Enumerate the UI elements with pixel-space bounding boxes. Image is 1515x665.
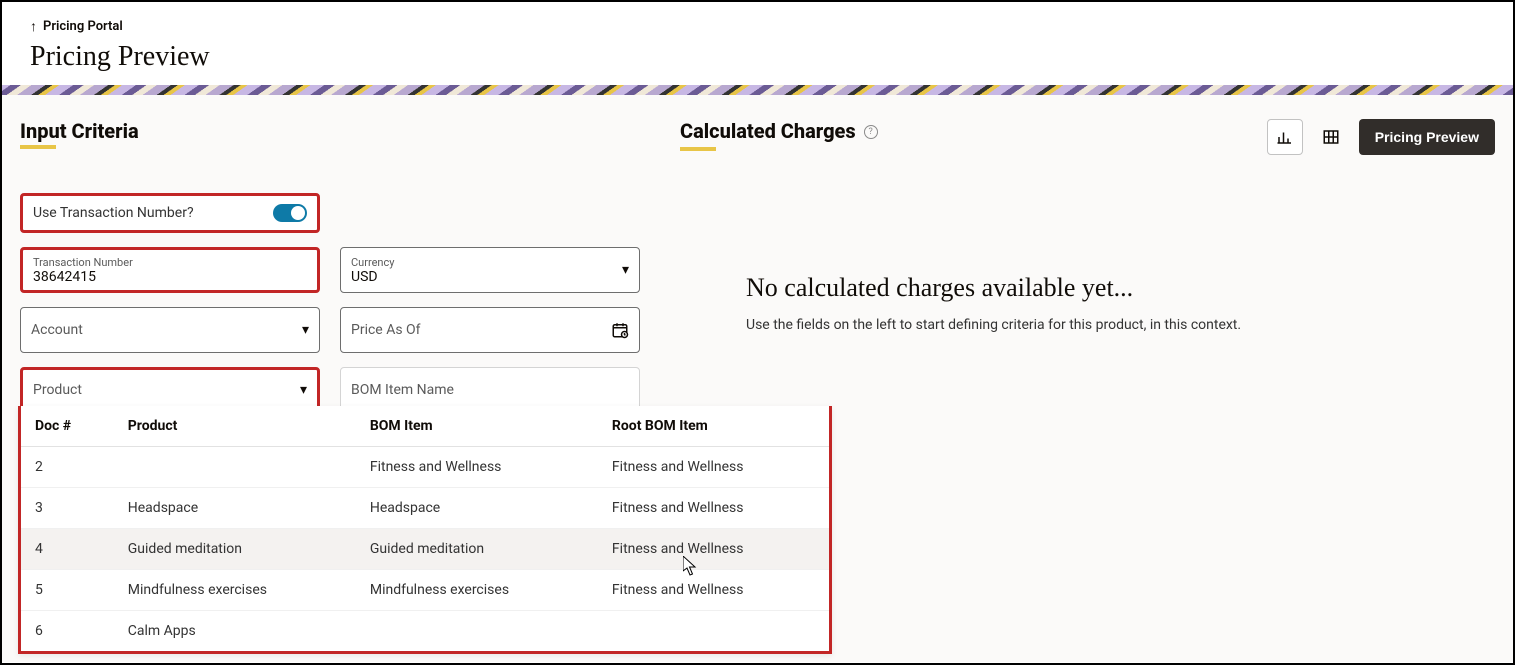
- table-view-button[interactable]: [1313, 119, 1349, 155]
- criteria-form: Use Transaction Number? Transaction Numb…: [20, 193, 644, 413]
- cell-root: [598, 611, 829, 652]
- product-placeholder: Product: [33, 382, 82, 398]
- calculated-charges-title: Calculated Charges: [680, 119, 856, 143]
- use-transaction-label: Use Transaction Number?: [33, 205, 194, 221]
- page-title: Pricing Preview: [30, 41, 1485, 73]
- back-link-label: Pricing Portal: [43, 19, 123, 34]
- chevron-down-icon: ▾: [300, 382, 307, 398]
- table-header-row: Doc # Product BOM Item Root BOM Item: [21, 406, 829, 447]
- title-underline: [20, 145, 56, 149]
- calendar-icon: [611, 321, 629, 339]
- cell-doc: 3: [21, 488, 114, 529]
- spacer: [340, 193, 640, 233]
- transaction-number-value: 38642415: [33, 269, 307, 285]
- price-as-of-placeholder: Price As Of: [351, 322, 421, 338]
- table-row[interactable]: 5Mindfulness exercisesMindfulness exerci…: [21, 570, 829, 611]
- use-transaction-toggle[interactable]: [273, 204, 307, 222]
- cell-bom: Fitness and Wellness: [356, 447, 598, 488]
- chevron-down-icon: ▾: [302, 322, 309, 338]
- cell-root: Fitness and Wellness: [598, 488, 829, 529]
- cell-doc: 6: [21, 611, 114, 652]
- col-doc: Doc #: [21, 406, 114, 447]
- chart-view-button[interactable]: [1267, 119, 1303, 155]
- title-underline: [680, 147, 716, 151]
- col-product: Product: [114, 406, 356, 447]
- cell-doc: 4: [21, 529, 114, 570]
- decorative-divider: [2, 85, 1513, 95]
- cell-bom: Headspace: [356, 488, 598, 529]
- pricing-preview-button[interactable]: Pricing Preview: [1359, 119, 1495, 155]
- cell-product: [114, 447, 356, 488]
- cell-root: Fitness and Wellness: [598, 570, 829, 611]
- cell-bom: Guided meditation: [356, 529, 598, 570]
- cell-bom: [356, 611, 598, 652]
- input-criteria-title: Input Criteria: [20, 119, 139, 143]
- transaction-number-field[interactable]: Transaction Number 38642415: [20, 247, 320, 293]
- bom-item-name-placeholder: BOM Item Name: [351, 382, 454, 398]
- currency-field[interactable]: Currency USD ▾: [340, 247, 640, 293]
- col-root-bom: Root BOM Item: [598, 406, 829, 447]
- table-row[interactable]: 4Guided meditationGuided meditationFitne…: [21, 529, 829, 570]
- empty-state-desc: Use the fields on the left to start defi…: [746, 317, 1315, 333]
- back-link[interactable]: ↑ Pricing Portal: [30, 18, 123, 35]
- currency-label: Currency: [351, 256, 629, 269]
- help-icon[interactable]: ?: [864, 125, 878, 139]
- col-bom: BOM Item: [356, 406, 598, 447]
- bar-chart-icon: [1276, 128, 1294, 146]
- arrow-up-icon: ↑: [30, 18, 37, 35]
- cell-doc: 2: [21, 447, 114, 488]
- cell-doc: 5: [21, 570, 114, 611]
- cell-product: Mindfulness exercises: [114, 570, 356, 611]
- account-placeholder: Account: [31, 322, 83, 338]
- cell-root: Fitness and Wellness: [598, 529, 829, 570]
- use-transaction-toggle-row: Use Transaction Number?: [20, 193, 320, 233]
- cell-root: Fitness and Wellness: [598, 447, 829, 488]
- chevron-down-icon: ▾: [622, 262, 629, 278]
- charges-toolbar: Pricing Preview: [1267, 119, 1495, 155]
- currency-value: USD: [351, 269, 629, 285]
- account-field[interactable]: Account ▾: [20, 307, 320, 353]
- price-as-of-field[interactable]: Price As Of: [340, 307, 640, 353]
- transaction-number-label: Transaction Number: [33, 256, 307, 269]
- empty-state: No calculated charges available yet... U…: [680, 273, 1495, 333]
- page-header: ↑ Pricing Portal Pricing Preview: [2, 2, 1513, 85]
- table-row[interactable]: 3HeadspaceHeadspaceFitness and Wellness: [21, 488, 829, 529]
- cell-bom: Mindfulness exercises: [356, 570, 598, 611]
- table-row[interactable]: 6Calm Apps: [21, 611, 829, 652]
- product-dropdown-table: Doc # Product BOM Item Root BOM Item 2 Fi…: [18, 406, 832, 654]
- empty-state-title: No calculated charges available yet...: [746, 273, 1315, 303]
- cell-product: Guided meditation: [114, 529, 356, 570]
- cell-product: Calm Apps: [114, 611, 356, 652]
- table-icon: [1322, 128, 1340, 146]
- cell-product: Headspace: [114, 488, 356, 529]
- table-row[interactable]: 2 Fitness and WellnessFitness and Wellnes…: [21, 447, 829, 488]
